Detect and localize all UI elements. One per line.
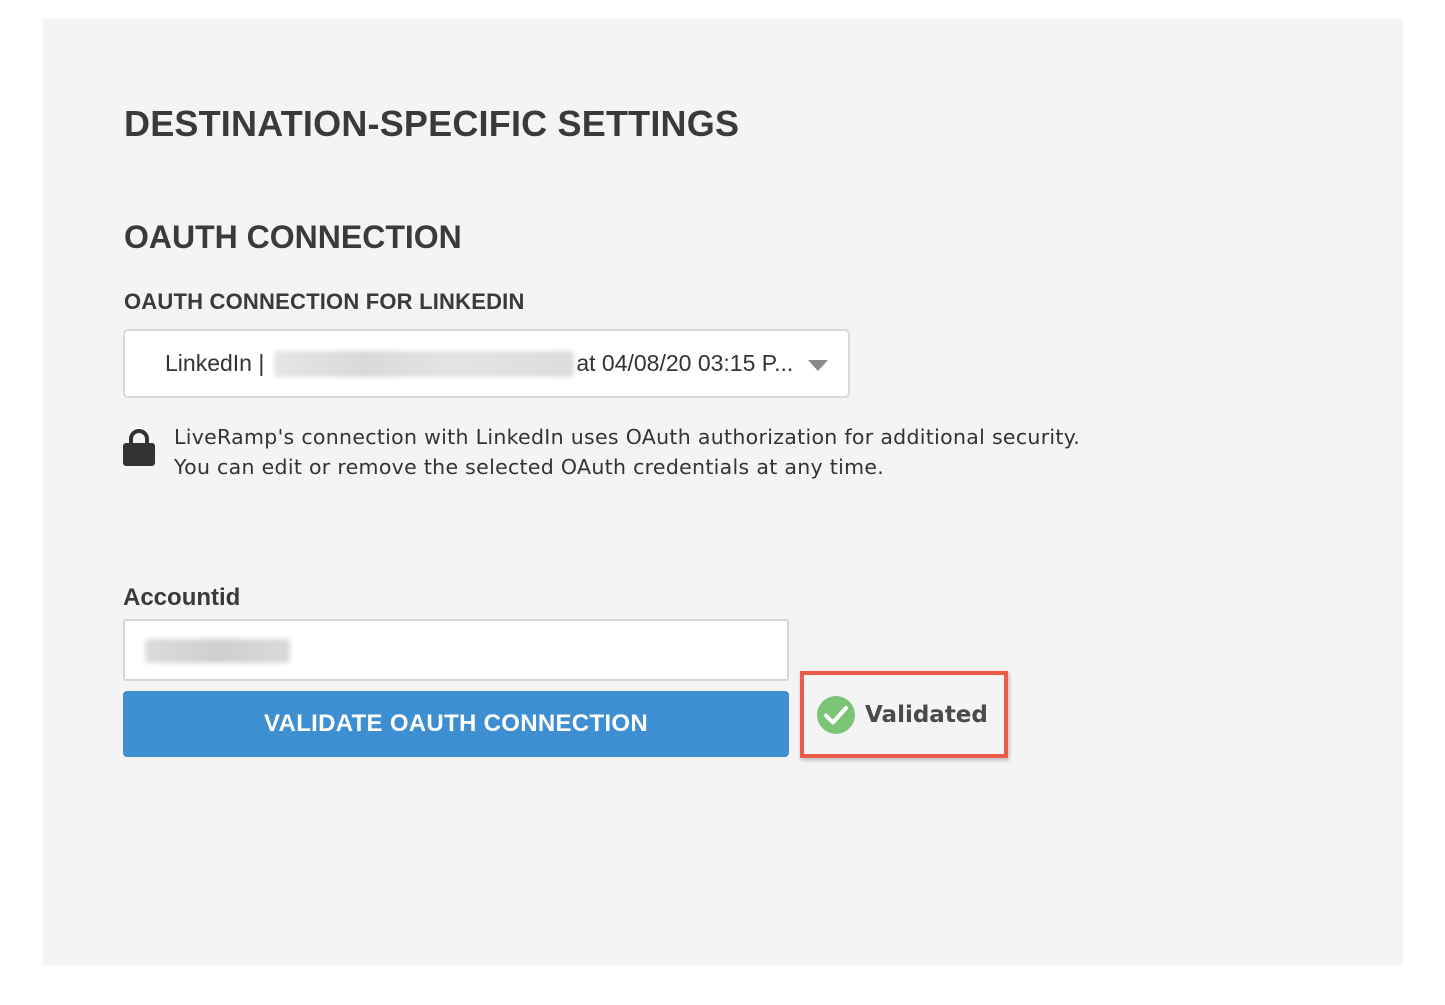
oauth-info-line-1: LiveRamp's connection with LinkedIn uses… bbox=[174, 425, 1081, 449]
select-value-suffix: at 04/08/20 03:15 P... bbox=[576, 350, 794, 376]
caret-down-icon bbox=[808, 360, 828, 371]
validation-status: Validated bbox=[816, 695, 988, 735]
redacted-email bbox=[274, 350, 575, 377]
page-title: DESTINATION-SPECIFIC SETTINGS bbox=[124, 103, 740, 144]
validate-oauth-button[interactable]: VALIDATE OAUTH CONNECTION bbox=[123, 691, 789, 757]
redacted-accountid bbox=[145, 639, 290, 663]
lock-icon bbox=[123, 429, 155, 466]
settings-panel: DESTINATION-SPECIFIC SETTINGS OAUTH CONN… bbox=[43, 19, 1403, 965]
check-circle-icon bbox=[817, 696, 855, 734]
oauth-info-line-2: You can edit or remove the selected OAut… bbox=[174, 455, 885, 479]
select-value: LinkedIn | at 04/08/20 03:15 P... bbox=[165, 350, 793, 377]
select-value-prefix: LinkedIn | bbox=[165, 350, 265, 376]
oauth-field-label: OAUTH CONNECTION FOR LINKEDIN bbox=[124, 289, 525, 314]
oauth-info-text: LiveRamp's connection with LinkedIn uses… bbox=[174, 422, 1080, 482]
oauth-connection-select[interactable]: LinkedIn | at 04/08/20 03:15 P... bbox=[123, 329, 850, 398]
accountid-input[interactable] bbox=[123, 619, 789, 681]
validation-status-text: Validated bbox=[865, 702, 988, 728]
accountid-label: Accountid bbox=[123, 584, 241, 611]
validation-status-highlight: Validated bbox=[800, 671, 1008, 758]
oauth-section-title: OAUTH CONNECTION bbox=[124, 219, 462, 255]
